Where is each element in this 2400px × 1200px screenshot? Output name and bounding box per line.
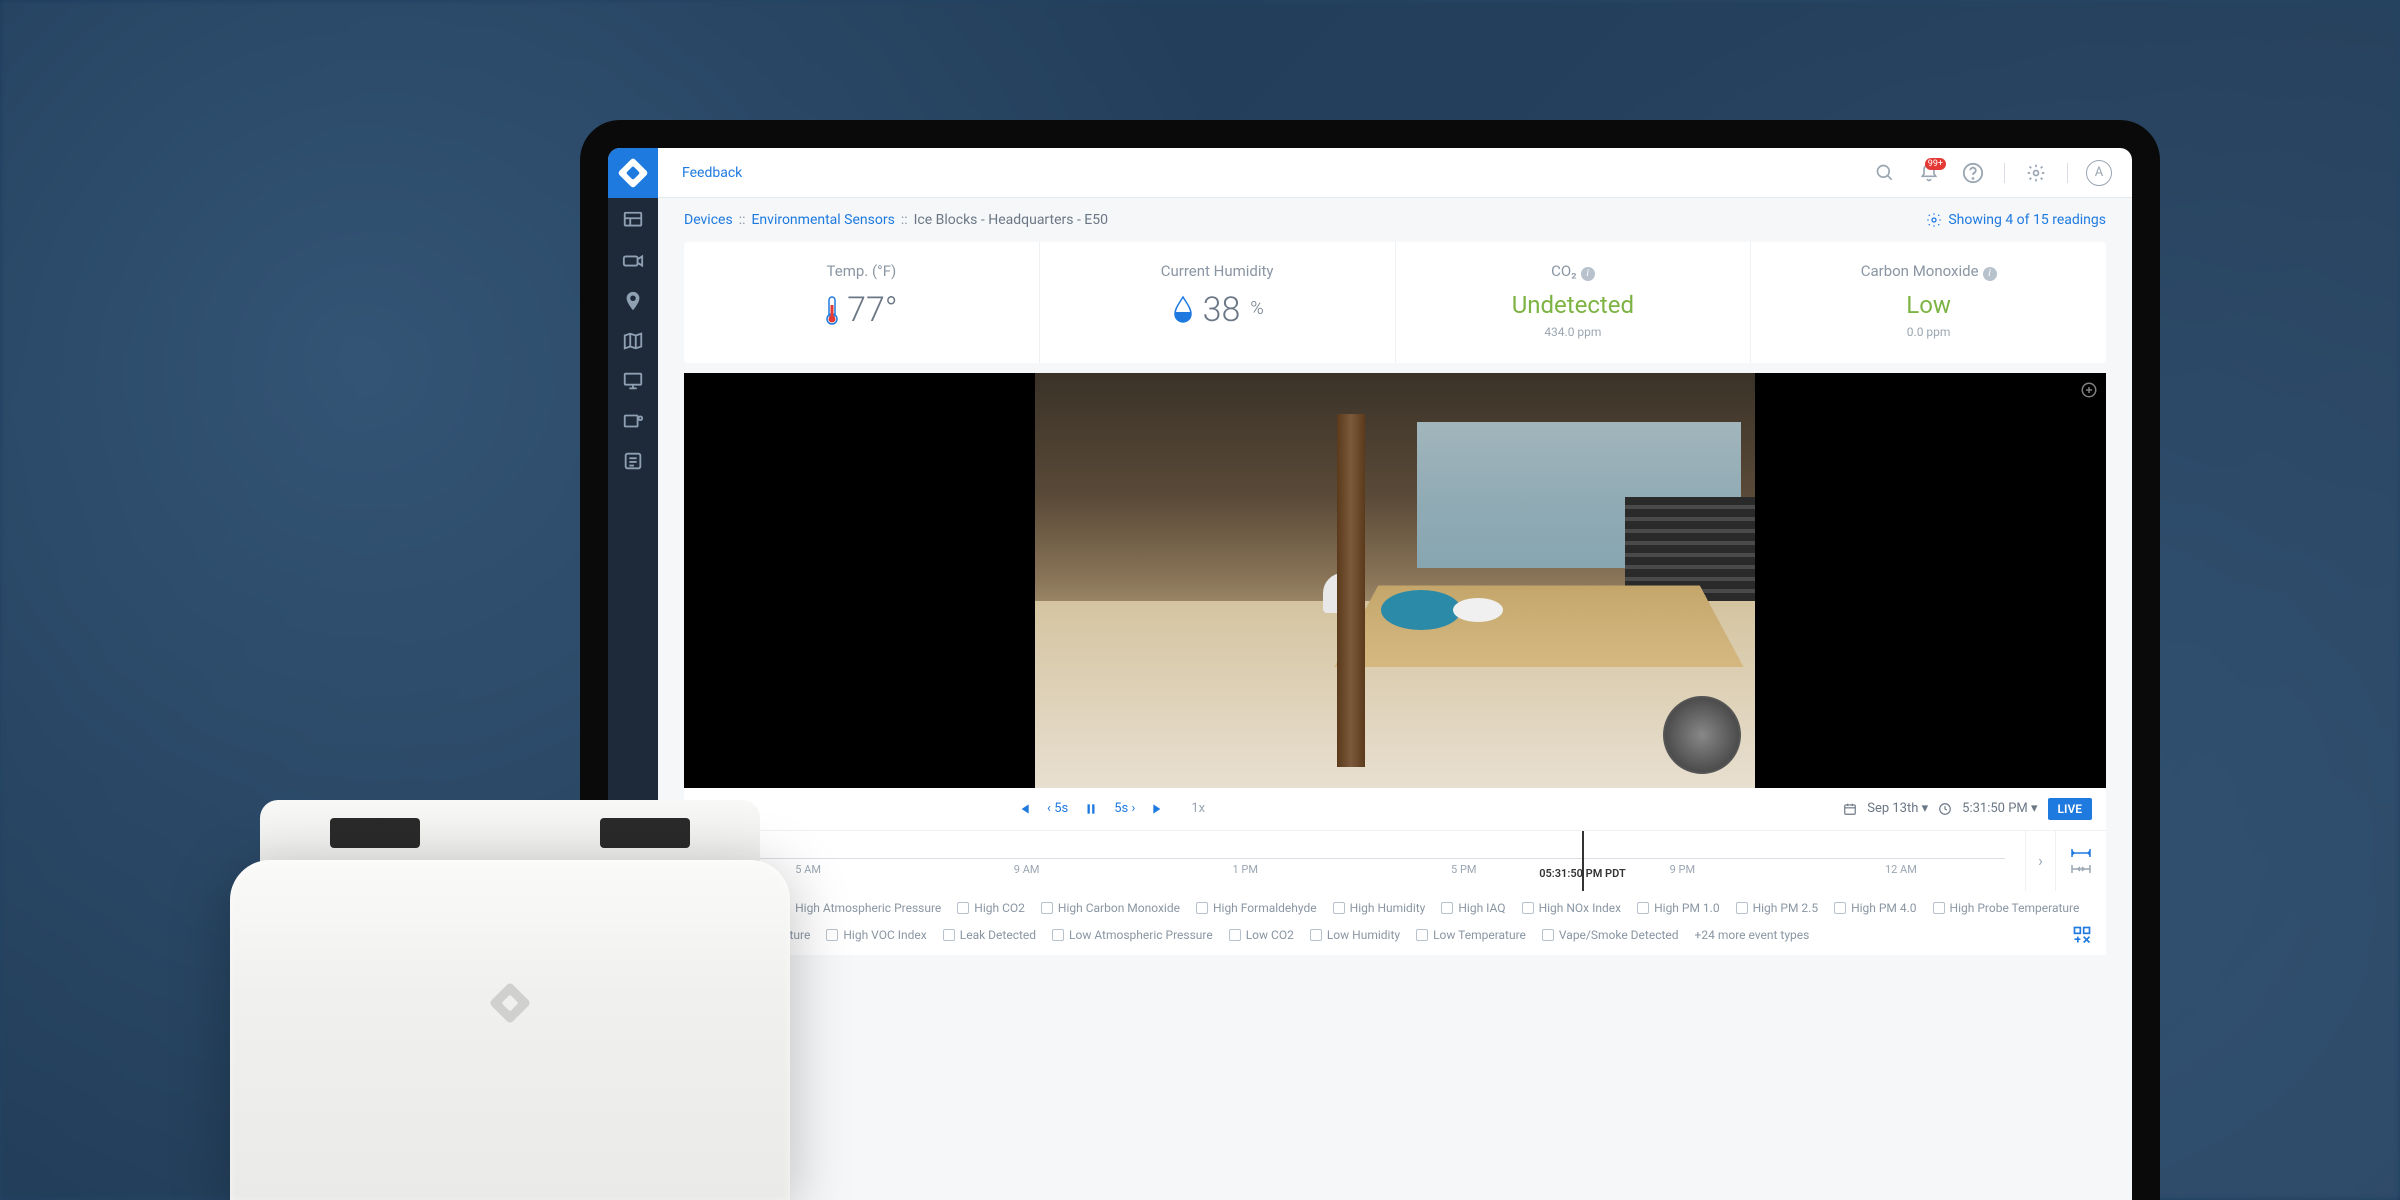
time-picker[interactable]: 5:31:50 PM ▾ [1962, 801, 2037, 816]
filter-checkbox[interactable]: Low CO2 [1229, 928, 1294, 942]
thermometer-icon [825, 295, 839, 325]
diamond-icon [617, 157, 648, 188]
filter-checkbox[interactable]: High PM 2.5 [1736, 901, 1818, 915]
card-title: Temp. (°F) [694, 262, 1029, 280]
playback-speed[interactable]: 1x [1191, 801, 1205, 816]
expand-icon[interactable] [2080, 381, 2098, 399]
sidebar-item-map[interactable] [622, 330, 644, 352]
breadcrumb-devices[interactable]: Devices [684, 212, 733, 228]
timeline-cursor-label: 05:31:50 PM PDT [1539, 867, 1626, 880]
temp-value: 77° [847, 290, 898, 330]
humidity-value: 38 [1203, 290, 1241, 330]
timeline-tick: 5 PM [1451, 863, 1476, 876]
card-title: CO₂i [1406, 262, 1741, 281]
avatar[interactable]: A [2086, 160, 2112, 186]
co2-sub: 434.0 ppm [1406, 325, 1741, 339]
card-co: Carbon Monoxidei Low 0.0 ppm [1751, 242, 2106, 363]
filter-checkbox[interactable]: Low Temperature [1416, 928, 1526, 942]
fisheye-preview[interactable] [1663, 696, 1741, 774]
skip-end-icon[interactable] [1151, 802, 1165, 816]
card-temperature: Temp. (°F) 77° [684, 242, 1040, 363]
breadcrumb-sep: :: [739, 212, 746, 228]
sidebar-item-location[interactable] [622, 290, 644, 312]
timeline-tick: 1 PM [1232, 863, 1257, 876]
forward-5s[interactable]: 5s › [1114, 801, 1135, 816]
timeline[interactable]: 5 AM9 AM1 PM5 PM9 PM12 AM 05:31:50 PM PD… [684, 831, 2026, 891]
sidebar-item-monitor[interactable] [622, 370, 644, 392]
breadcrumb-sep: :: [901, 212, 908, 228]
filter-checkbox[interactable]: High Carbon Monoxide [1041, 901, 1180, 915]
droplet-icon [1171, 295, 1195, 325]
hardware-device [200, 800, 820, 1200]
readings-toggle[interactable]: Showing 4 of 15 readings [1926, 212, 2106, 228]
calendar-icon[interactable] [1843, 802, 1857, 816]
filter-checkbox[interactable]: High PM 1.0 [1637, 901, 1719, 915]
timeline-cursor[interactable] [1582, 831, 1584, 891]
feedback-link[interactable]: Feedback [682, 165, 742, 181]
sidebar-item-device[interactable] [622, 410, 644, 432]
timeline-row: 5 AM9 AM1 PM5 PM9 PM12 AM 05:31:50 PM PD… [684, 831, 2106, 891]
live-button[interactable]: LIVE [2048, 798, 2093, 820]
filters-config-icon[interactable] [2072, 925, 2092, 945]
filter-checkbox[interactable]: Low Atmospheric Pressure [1052, 928, 1213, 942]
co-value: Low [1761, 291, 2096, 319]
pause-icon[interactable] [1084, 802, 1098, 816]
filter-checkbox[interactable]: High IAQ [1441, 901, 1505, 915]
timeline-tick: 9 AM [1014, 863, 1040, 876]
divider [2067, 163, 2068, 183]
timeline-tick: 9 PM [1670, 863, 1695, 876]
search-icon[interactable] [1872, 160, 1898, 186]
info-icon[interactable]: i [1581, 267, 1595, 281]
filter-checkbox[interactable]: Leak Detected [943, 928, 1036, 942]
filter-checkbox[interactable]: High VOC Index [826, 928, 926, 942]
sidebar-item-camera[interactable] [622, 250, 644, 272]
filter-checkbox[interactable]: High NOx Index [1522, 901, 1622, 915]
bell-icon[interactable]: 99+ [1916, 160, 1942, 186]
filter-checkbox[interactable]: Vape/Smoke Detected [1542, 928, 1679, 942]
breadcrumb-sensors[interactable]: Environmental Sensors [751, 212, 894, 228]
readings-toggle-label: Showing 4 of 15 readings [1948, 212, 2106, 228]
card-humidity: Current Humidity 38 % [1040, 242, 1396, 363]
filter-checkbox[interactable]: Low Humidity [1310, 928, 1400, 942]
filters-more[interactable]: +24 more event types [1695, 928, 1810, 942]
humidity-unit: % [1250, 298, 1263, 319]
skip-start-icon[interactable] [1017, 802, 1031, 816]
sidebar-item-dashboard[interactable] [622, 210, 644, 232]
card-title: Current Humidity [1050, 262, 1385, 280]
co2-value: Undetected [1406, 291, 1741, 319]
divider [2004, 163, 2005, 183]
video-frame [1035, 373, 1755, 788]
timeline-next[interactable]: › [2026, 831, 2056, 891]
filter-checkbox[interactable]: High Humidity [1333, 901, 1426, 915]
event-filters: High AQIHigh Atmospheric PressureHigh CO… [684, 891, 2106, 955]
breadcrumb-current: Ice Blocks - Headquarters - E50 [914, 212, 1108, 228]
filter-checkbox[interactable]: High CO2 [957, 901, 1025, 915]
card-co2: CO₂i Undetected 434.0 ppm [1396, 242, 1752, 363]
timeline-tick: 12 AM [1885, 863, 1917, 876]
video-player[interactable] [684, 373, 2106, 788]
reading-cards: Temp. (°F) 77° Current Humidity [684, 242, 2106, 363]
rewind-5s[interactable]: ‹ 5s [1047, 801, 1068, 816]
filter-checkbox[interactable]: High PM 4.0 [1834, 901, 1916, 915]
info-icon[interactable]: i [1983, 267, 1997, 281]
timeline-zoom[interactable] [2056, 831, 2106, 891]
topbar: Feedback 99+ A [608, 148, 2132, 198]
brand-logo[interactable] [608, 148, 658, 198]
help-icon[interactable] [1960, 160, 1986, 186]
sidebar-item-list[interactable] [622, 450, 644, 472]
screen: Feedback 99+ A [608, 148, 2132, 1200]
filter-checkbox[interactable]: High Probe Temperature [1933, 901, 2080, 915]
co-sub: 0.0 ppm [1761, 325, 2096, 339]
gear-icon[interactable] [2023, 160, 2049, 186]
clock-icon [1938, 802, 1952, 816]
notification-badge: 99+ [1925, 158, 1946, 170]
main-content: Devices :: Environmental Sensors :: Ice … [658, 198, 2132, 1200]
card-title: Carbon Monoxidei [1761, 262, 2096, 281]
filter-checkbox[interactable]: High Formaldehyde [1196, 901, 1317, 915]
device-logo-icon [489, 982, 531, 1024]
playback-controls: ‹ 5s 5s › 1x Sep 13th ▾ 5:31:50 PM ▾ LIV… [684, 788, 2106, 831]
breadcrumb: Devices :: Environmental Sensors :: Ice … [658, 198, 2132, 242]
date-picker[interactable]: Sep 13th ▾ [1867, 801, 1928, 816]
